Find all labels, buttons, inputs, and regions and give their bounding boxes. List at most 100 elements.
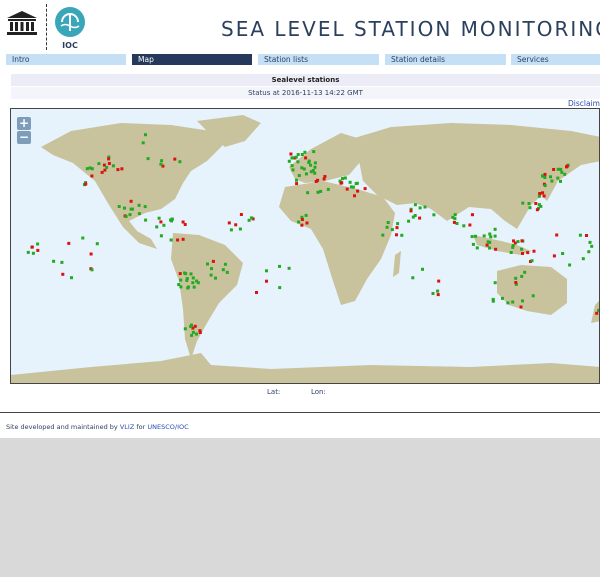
station-marker[interactable] — [191, 276, 195, 280]
station-marker[interactable] — [550, 179, 554, 183]
station-marker[interactable] — [578, 233, 582, 237]
station-marker[interactable] — [179, 285, 183, 289]
ioc-logo[interactable]: IOC — [53, 6, 87, 50]
station-marker[interactable] — [294, 155, 298, 159]
station-marker[interactable] — [556, 176, 560, 180]
station-marker[interactable] — [143, 205, 147, 209]
station-marker[interactable] — [400, 233, 404, 237]
station-marker[interactable] — [81, 236, 85, 240]
station-marker[interactable] — [137, 212, 141, 216]
station-marker[interactable] — [225, 270, 229, 274]
station-marker[interactable] — [565, 164, 569, 168]
station-marker[interactable] — [159, 234, 163, 238]
station-marker[interactable] — [552, 168, 556, 171]
station-marker[interactable] — [538, 192, 542, 195]
station-marker[interactable] — [300, 223, 304, 227]
station-marker[interactable] — [89, 252, 93, 256]
station-marker[interactable] — [520, 239, 524, 243]
station-marker[interactable] — [306, 191, 310, 195]
station-marker[interactable] — [386, 221, 390, 224]
station-marker[interactable] — [395, 226, 399, 230]
station-marker[interactable] — [532, 249, 536, 253]
station-marker[interactable] — [559, 179, 562, 183]
station-marker[interactable] — [128, 213, 132, 217]
station-marker[interactable] — [181, 220, 185, 224]
station-marker[interactable] — [345, 187, 349, 191]
station-marker[interactable] — [323, 175, 327, 178]
station-marker[interactable] — [436, 293, 440, 297]
station-marker[interactable] — [521, 252, 524, 255]
station-marker[interactable] — [278, 264, 281, 268]
station-marker[interactable] — [289, 152, 293, 156]
station-marker[interactable] — [491, 299, 495, 303]
unesco-logo-icon[interactable] — [6, 10, 38, 36]
station-marker[interactable] — [239, 213, 243, 216]
station-marker[interactable] — [60, 260, 64, 264]
station-marker[interactable] — [453, 217, 457, 221]
station-marker[interactable] — [304, 172, 308, 176]
station-marker[interactable] — [535, 208, 539, 212]
unesco-ioc-link[interactable]: UNESCO/IOC — [147, 423, 188, 431]
station-marker[interactable] — [559, 167, 563, 171]
station-marker[interactable] — [363, 187, 367, 191]
station-marker[interactable] — [521, 299, 524, 303]
station-marker[interactable] — [407, 219, 411, 223]
station-marker[interactable] — [493, 281, 497, 285]
station-marker[interactable] — [297, 174, 301, 177]
station-marker[interactable] — [160, 159, 164, 163]
station-marker[interactable] — [36, 242, 40, 246]
station-marker[interactable] — [304, 156, 308, 160]
station-marker[interactable] — [186, 286, 190, 290]
station-marker[interactable] — [291, 156, 294, 160]
station-marker[interactable] — [313, 165, 317, 169]
station-marker[interactable] — [300, 218, 304, 221]
station-marker[interactable] — [353, 194, 356, 198]
station-marker[interactable] — [61, 272, 65, 276]
station-marker[interactable] — [221, 268, 225, 272]
station-marker[interactable] — [585, 234, 588, 237]
station-marker[interactable] — [313, 161, 317, 165]
station-marker[interactable] — [395, 233, 398, 237]
zoom-out-button[interactable]: − — [17, 131, 31, 144]
station-marker[interactable] — [84, 182, 88, 186]
station-marker[interactable] — [309, 163, 313, 167]
station-marker[interactable] — [431, 292, 435, 295]
station-marker[interactable] — [468, 223, 472, 227]
station-marker[interactable] — [290, 164, 294, 168]
station-marker[interactable] — [493, 227, 497, 231]
station-marker[interactable] — [340, 181, 344, 185]
station-marker[interactable] — [192, 285, 196, 289]
station-marker[interactable] — [265, 269, 268, 273]
station-marker[interactable] — [162, 223, 166, 227]
station-marker[interactable] — [423, 205, 427, 209]
station-marker[interactable] — [453, 213, 457, 217]
station-marker[interactable] — [209, 273, 213, 277]
station-marker[interactable] — [486, 240, 490, 244]
station-marker[interactable] — [206, 262, 209, 266]
station-marker[interactable] — [90, 174, 94, 178]
station-marker[interactable] — [305, 221, 309, 225]
station-marker[interactable] — [189, 272, 193, 276]
station-marker[interactable] — [124, 215, 128, 218]
station-marker[interactable] — [418, 206, 422, 210]
station-marker[interactable] — [229, 228, 233, 232]
station-marker[interactable] — [511, 244, 515, 247]
station-marker[interactable] — [542, 194, 546, 198]
station-marker[interactable] — [475, 246, 479, 250]
disclaimer-link[interactable]: Disclaim — [568, 99, 600, 108]
station-marker[interactable] — [304, 213, 308, 217]
station-marker[interactable] — [278, 286, 282, 290]
station-marker[interactable] — [471, 213, 474, 217]
station-marker[interactable] — [181, 237, 185, 241]
station-marker[interactable] — [494, 247, 498, 251]
zoom-in-button[interactable]: + — [17, 117, 31, 130]
station-marker[interactable] — [227, 221, 231, 225]
station-marker[interactable] — [418, 216, 422, 220]
station-marker[interactable] — [514, 281, 518, 284]
station-marker[interactable] — [560, 170, 564, 174]
station-marker[interactable] — [90, 268, 94, 272]
station-marker[interactable] — [409, 209, 413, 213]
station-marker[interactable] — [120, 167, 124, 171]
station-marker[interactable] — [581, 257, 585, 261]
station-marker[interactable] — [189, 325, 193, 328]
